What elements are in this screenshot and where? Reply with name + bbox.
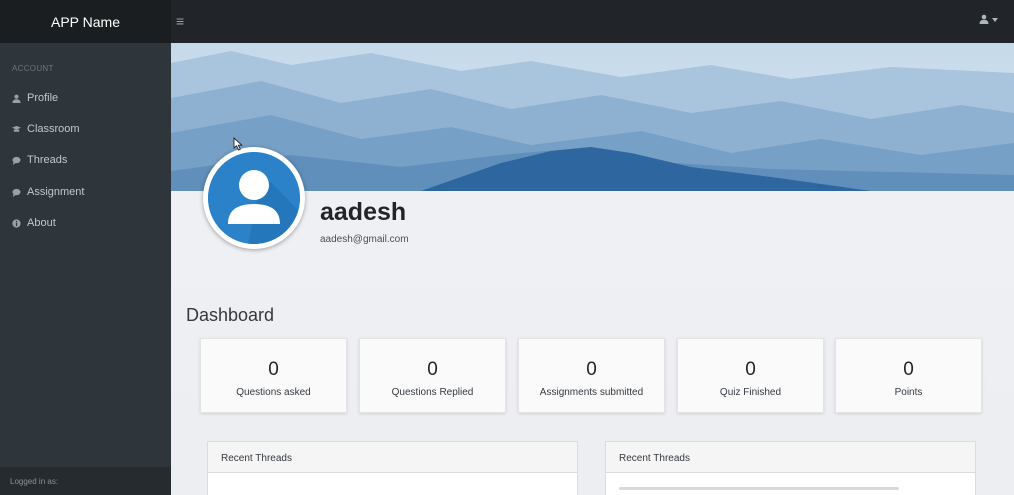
sidebar-section-title: ACCOUNT bbox=[12, 64, 54, 73]
comment-icon bbox=[12, 188, 21, 197]
mouse-cursor-icon bbox=[233, 137, 243, 151]
profile-username: aadesh bbox=[320, 198, 407, 226]
sidebar-item-label: Classroom bbox=[27, 123, 80, 135]
panel-title: Recent Threads bbox=[208, 442, 577, 473]
profile-email: aadesh@gmail.com bbox=[320, 234, 409, 245]
chevron-down-icon bbox=[992, 18, 998, 22]
stat-label: Quiz Finished bbox=[719, 387, 782, 398]
stat-label: Assignments submitted bbox=[539, 387, 644, 398]
classroom-icon bbox=[12, 125, 21, 132]
app-brand[interactable]: APP Name bbox=[0, 0, 171, 43]
stat-card-quiz-finished[interactable]: 0 Quiz Finished bbox=[677, 338, 824, 413]
panel-title: Recent Threads bbox=[606, 442, 975, 473]
user-icon bbox=[979, 14, 989, 24]
recent-threads-panel: Recent Threads bbox=[207, 441, 578, 495]
sidebar: ACCOUNT Profile Classroom Threads Assign… bbox=[0, 43, 171, 495]
stat-card-assignments-submitted[interactable]: 0 Assignments submitted bbox=[518, 338, 665, 413]
stat-card-questions-replied[interactable]: 0 Questions Replied bbox=[359, 338, 506, 413]
user-avatar-icon bbox=[208, 152, 300, 244]
comment-icon bbox=[12, 156, 21, 165]
stat-label: Points bbox=[894, 387, 923, 398]
sidebar-item-about[interactable]: About bbox=[12, 217, 56, 229]
sidebar-item-classroom[interactable]: Classroom bbox=[12, 123, 80, 135]
stat-label: Questions Replied bbox=[391, 387, 474, 398]
stat-value: 0 bbox=[903, 359, 914, 380]
info-icon bbox=[12, 218, 21, 228]
sidebar-item-assignment[interactable]: Assignment bbox=[12, 186, 84, 198]
recent-threads-panel-2: Recent Threads bbox=[605, 441, 976, 495]
avatar[interactable] bbox=[203, 147, 305, 249]
profile-banner bbox=[171, 43, 1014, 191]
stat-value: 0 bbox=[586, 359, 597, 380]
user-menu[interactable] bbox=[979, 14, 998, 24]
thread-item-placeholder[interactable] bbox=[619, 487, 899, 490]
stat-value: 0 bbox=[268, 359, 279, 380]
user-icon bbox=[12, 94, 21, 103]
sidebar-item-label: About bbox=[27, 217, 56, 229]
sidebar-item-label: Profile bbox=[27, 92, 59, 104]
sidebar-item-label: Threads bbox=[27, 154, 68, 166]
stat-value: 0 bbox=[745, 359, 756, 380]
hamburger-icon[interactable]: ≡ bbox=[176, 13, 184, 29]
logged-in-status: Logged in as: bbox=[0, 467, 171, 495]
sidebar-item-label: Assignment bbox=[27, 186, 85, 198]
main-content: aadesh aadesh@gmail.com Dashboard 0 Ques… bbox=[171, 43, 1014, 495]
stat-value: 0 bbox=[427, 359, 438, 380]
stat-card-questions-asked[interactable]: 0 Questions asked bbox=[200, 338, 347, 413]
sidebar-item-profile[interactable]: Profile bbox=[12, 92, 58, 104]
top-navbar: APP Name ≡ bbox=[0, 0, 1014, 43]
stat-label: Questions asked bbox=[236, 387, 311, 398]
stat-card-points[interactable]: 0 Points bbox=[835, 338, 982, 413]
sidebar-item-threads[interactable]: Threads bbox=[12, 154, 67, 166]
dashboard-title: Dashboard bbox=[186, 305, 275, 325]
